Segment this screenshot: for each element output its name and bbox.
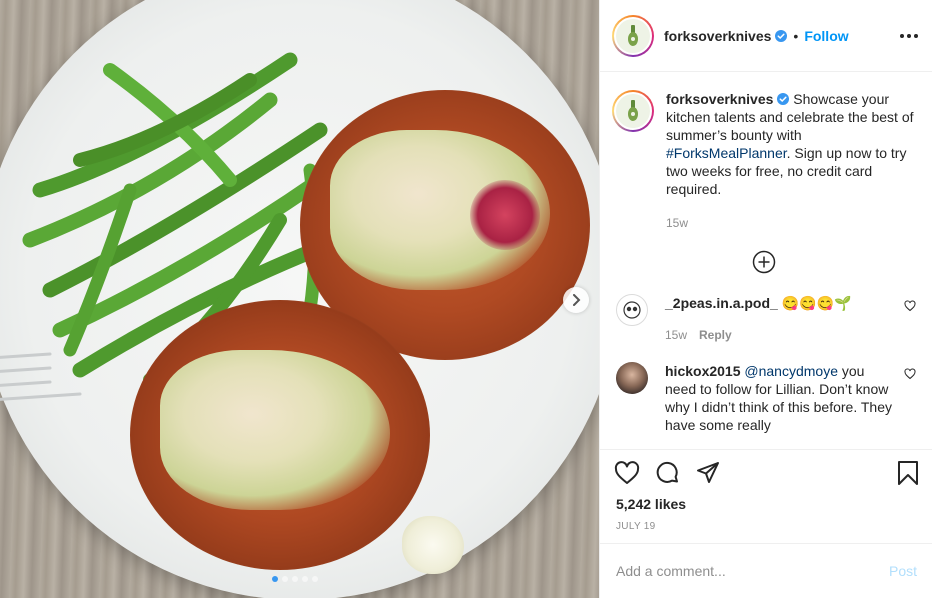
caption-username[interactable]: forksoverknives [666,91,773,107]
comment-username[interactable]: hickox2015 [665,363,741,379]
load-more-comments-button[interactable] [612,250,916,274]
post-caption: forksoverknives Showcase your kitchen ta… [612,90,916,232]
commenter-avatar[interactable] [616,294,648,326]
comment-username[interactable]: _2peas.in.a.pod_ [665,295,778,311]
caption-time[interactable]: 15w [666,214,916,232]
caption-hashtag[interactable]: #ForksMealPlanner [666,145,787,161]
forks-logo-icon [628,100,638,121]
post-actions [600,449,932,495]
comment-body: _2peas.in.a.pod_ 😋😋😋🌱 15w Reply [665,294,895,344]
radicchio [470,180,540,250]
post-panel: forksoverknives • Follow forksoverknives… [599,0,932,598]
comment-like-heart-icon[interactable] [904,368,916,380]
comment-button[interactable] [656,461,680,485]
post-date[interactable]: JULY 19 [616,521,656,532]
share-icon [697,461,719,483]
header-separator: • [793,27,799,44]
comment-input[interactable] [616,563,889,579]
carousel-indicators [272,576,318,582]
comment-mention[interactable]: @nancydmoye [744,363,838,379]
comment-icon [656,461,678,483]
likes-count[interactable]: 5,242 likes [616,496,686,512]
follow-button[interactable]: Follow [804,28,848,44]
comment-item: hickox2015 @nancydmoye you need to follo… [612,362,916,434]
slaw-crumb [402,516,464,574]
peas-logo-icon [623,301,641,319]
post-comment-button[interactable]: Post [889,563,917,579]
commenter-avatar[interactable] [616,362,648,394]
carousel-dot [292,576,298,582]
share-button[interactable] [696,461,720,485]
comment-meta: 15w Reply [665,326,895,344]
comment-like-heart-icon[interactable] [904,300,916,312]
plus-circle-icon [752,250,776,274]
post-image[interactable] [0,0,599,598]
chevron-right-icon [573,294,581,306]
comment-text: 😋😋😋🌱 [781,295,852,311]
bookmark-icon [898,460,918,485]
author-avatar[interactable] [612,14,654,57]
author-username[interactable]: forksoverknives [664,28,771,44]
carousel-dot [272,576,278,582]
fork-icon [0,352,82,401]
forks-logo-icon [628,24,638,46]
comment-item: _2peas.in.a.pod_ 😋😋😋🌱 15w Reply [612,294,916,344]
verified-badge-icon [777,93,790,105]
carousel-dot [282,576,288,582]
like-button[interactable] [614,460,640,485]
add-comment-bar: Post [600,543,932,598]
reply-button[interactable]: Reply [699,326,732,344]
comment-time[interactable]: 15w [665,326,687,344]
comment-body: hickox2015 @nancydmoye you need to follo… [665,362,895,434]
post-header: forksoverknives • Follow [600,0,932,72]
more-options-icon[interactable] [900,33,918,38]
comments-list[interactable]: forksoverknives Showcase your kitchen ta… [600,72,932,448]
carousel-dot [312,576,318,582]
verified-badge-icon [775,29,788,42]
caption-body: forksoverknives Showcase your kitchen ta… [666,90,916,232]
carousel-next-button[interactable] [563,287,589,313]
slaw-bottom [160,350,390,510]
instagram-post: forksoverknives • Follow forksoverknives… [0,0,932,598]
save-button[interactable] [897,460,919,486]
heart-icon [614,460,640,484]
caption-avatar[interactable] [612,90,654,132]
carousel-dot [302,576,308,582]
